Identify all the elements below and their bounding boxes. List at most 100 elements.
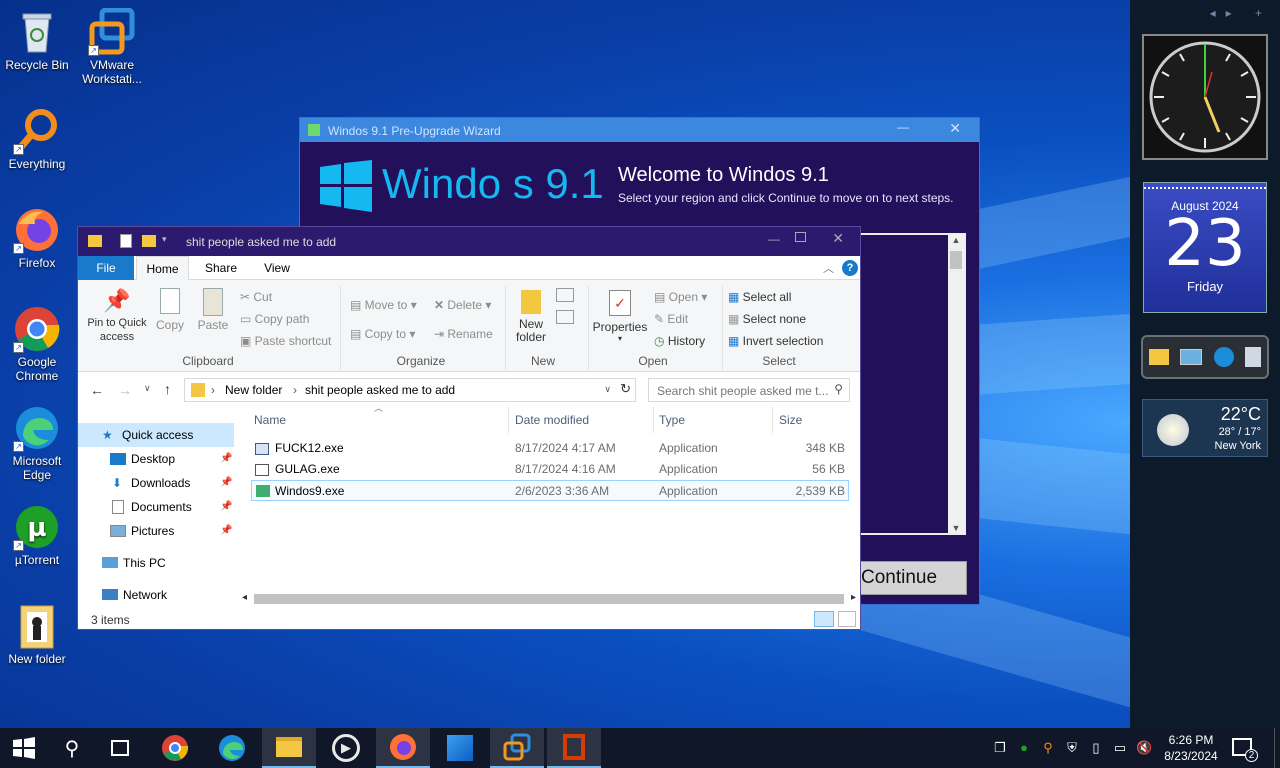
pin-icon[interactable]: 📌	[220, 447, 232, 471]
quick-properties-icon[interactable]	[120, 234, 132, 248]
sidebar-nav-controls[interactable]: ◂▸ +	[1210, 6, 1272, 20]
folder-icon[interactable]	[1148, 349, 1169, 365]
paste-button[interactable]: Paste	[196, 286, 230, 332]
address-bar[interactable]: › New folder › shit people asked me to a…	[184, 378, 636, 402]
back-button[interactable]: ←	[90, 382, 104, 398]
rename-button[interactable]: ⇥ Rename	[434, 327, 493, 341]
region-list-scrollbar[interactable]: ▲ ▼	[948, 235, 964, 533]
cut-button[interactable]: ✂ Cut	[240, 290, 272, 304]
file-explorer-window[interactable]: ▾ shit people asked me to add — ✕ File H…	[77, 226, 861, 630]
taskbar-clock[interactable]: 6:26 PM 8/23/2024	[1158, 732, 1224, 764]
column-header-name[interactable]: Name	[254, 413, 286, 427]
taskbar-photos[interactable]	[433, 728, 487, 768]
properties-button[interactable]: ✓ Properties ▾	[592, 288, 648, 343]
pin-icon[interactable]: 📌	[220, 495, 232, 519]
copy-button[interactable]: Copy	[154, 286, 186, 332]
select-none-button[interactable]: ▦ Select none	[728, 312, 806, 326]
volume-muted-icon[interactable]: 🔇	[1136, 740, 1152, 756]
close-button[interactable]: ✕	[949, 120, 961, 137]
edit-button[interactable]: ✎ Edit	[654, 312, 688, 326]
minimize-button[interactable]: —	[897, 120, 909, 134]
wizard-titlebar[interactable]: Windos 9.1 Pre-Upgrade Wizard — ✕	[300, 118, 979, 142]
copy-to-button[interactable]: ▤ Copy to ▾	[350, 327, 415, 341]
taskbar-media-player[interactable]: ▶	[319, 728, 373, 768]
maximize-button[interactable]	[795, 232, 806, 242]
calendar-gadget[interactable]: August 2024 23 Friday	[1143, 182, 1267, 313]
start-button[interactable]	[0, 728, 48, 768]
weather-gadget[interactable]: 22°C 28° / 17° New York	[1142, 399, 1268, 457]
recent-locations-button[interactable]: ∨	[144, 383, 151, 394]
taskbar-file-explorer[interactable]	[262, 728, 316, 768]
paste-shortcut-button[interactable]: ▣ Paste shortcut	[240, 334, 331, 348]
taskbar-vmware[interactable]	[490, 728, 544, 768]
desktop-icon-chrome[interactable]: ↗ Google Chrome	[0, 305, 74, 383]
nav-desktop[interactable]: Desktop 📌	[78, 447, 234, 471]
customize-toolbar-icon[interactable]: ▾	[162, 234, 167, 245]
pin-icon[interactable]: 📌	[220, 519, 232, 543]
column-header-size[interactable]: Size	[779, 413, 802, 427]
nav-pictures[interactable]: Pictures 📌	[78, 519, 234, 543]
tab-file[interactable]: File	[78, 256, 134, 280]
collapse-ribbon-icon[interactable]: ︿	[823, 260, 834, 276]
file-row[interactable]: GULAG.exe 8/17/2024 4:16 AM Application …	[251, 459, 849, 480]
new-item-icon[interactable]	[556, 288, 574, 302]
desktop-icon-recycle-bin[interactable]: Recycle Bin	[0, 8, 74, 72]
tab-view[interactable]: View	[250, 256, 304, 280]
explorer-titlebar[interactable]: ▾ shit people asked me to add — ✕	[78, 227, 860, 256]
usb-icon[interactable]: ▯	[1088, 740, 1104, 756]
new-folder-button[interactable]: New folder	[512, 288, 550, 344]
security-shield-icon[interactable]: ⛨	[1064, 740, 1080, 756]
breadcrumb-new-folder[interactable]: New folder	[225, 383, 282, 397]
search-input[interactable]: Search shit people asked me t...	[657, 384, 828, 398]
search-box[interactable]: Search shit people asked me t... ⚲	[648, 378, 850, 402]
desktop-icon-vmware[interactable]: ↗ VMware Workstati...	[75, 7, 149, 86]
close-button[interactable]: ✕	[832, 230, 844, 247]
history-button[interactable]: ◷ History	[654, 334, 705, 348]
nav-quick-access[interactable]: ★ Quick access	[78, 423, 234, 447]
taskbar-office[interactable]	[547, 728, 601, 768]
desktop-icon-new-folder[interactable]: New folder	[0, 602, 74, 666]
copy-path-button[interactable]: ▭ Copy path	[240, 312, 309, 326]
nav-this-pc[interactable]: This PC	[78, 551, 234, 575]
desktop-icon-everything[interactable]: ↗ Everything	[0, 107, 74, 171]
large-icons-view-icon[interactable]	[838, 611, 856, 627]
notification-center-button[interactable]: 2	[1232, 738, 1258, 762]
address-dropdown-icon[interactable]: ∨	[604, 384, 611, 395]
help-icon[interactable]: ?	[842, 260, 858, 276]
everything-tray-icon[interactable]: ⚲	[1040, 740, 1056, 756]
tab-home[interactable]: Home	[136, 256, 189, 280]
open-button[interactable]: ▤ Open ▾	[654, 290, 707, 304]
taskbar-chrome[interactable]	[148, 728, 202, 768]
refresh-icon[interactable]: ↻	[620, 381, 631, 397]
file-row[interactable]: FUCK12.exe 8/17/2024 4:17 AM Application…	[251, 438, 849, 459]
nav-network[interactable]: Network	[78, 583, 234, 607]
up-button[interactable]: ↑	[164, 381, 171, 397]
desktop-icon-utorrent[interactable]: µ ↗ µTorrent	[0, 503, 74, 567]
computer-icon[interactable]	[1180, 349, 1203, 365]
horizontal-scrollbar[interactable]: ◂ ▸	[238, 591, 860, 607]
desktop-icon-firefox[interactable]: ↗ Firefox	[0, 206, 74, 270]
taskbar-firefox[interactable]	[376, 728, 430, 768]
delete-button[interactable]: ✕ Delete ▾	[434, 298, 491, 312]
breadcrumb-current-folder[interactable]: shit people asked me to add	[305, 383, 455, 397]
task-view-button[interactable]	[96, 728, 144, 768]
details-view-icon[interactable]	[814, 611, 834, 627]
clock-gadget[interactable]	[1142, 34, 1268, 160]
network-tray-icon[interactable]: ▭	[1112, 740, 1128, 756]
quick-launch-gadget[interactable]	[1141, 335, 1269, 379]
easy-access-icon[interactable]	[556, 310, 574, 324]
edge-icon[interactable]	[1213, 347, 1234, 367]
file-row-selected[interactable]: Windos9.exe 2/6/2023 3:36 AM Application…	[251, 480, 849, 501]
show-desktop-button[interactable]	[1274, 728, 1280, 768]
nav-documents[interactable]: Documents 📌	[78, 495, 234, 519]
invert-selection-button[interactable]: ▦ Invert selection	[728, 334, 823, 348]
recycle-bin-icon[interactable]	[1245, 347, 1262, 367]
column-header-date[interactable]: Date modified	[515, 413, 589, 427]
tab-share[interactable]: Share	[194, 256, 248, 280]
task-manager-icon[interactable]: ❐	[992, 740, 1008, 756]
select-all-button[interactable]: ▦ Select all	[728, 290, 791, 304]
column-header-type[interactable]: Type	[659, 413, 685, 427]
taskbar-edge[interactable]	[205, 728, 259, 768]
move-to-button[interactable]: ▤ Move to ▾	[350, 298, 417, 312]
pin-to-quick-access-button[interactable]: 📌 Pin to Quick access	[84, 286, 150, 344]
